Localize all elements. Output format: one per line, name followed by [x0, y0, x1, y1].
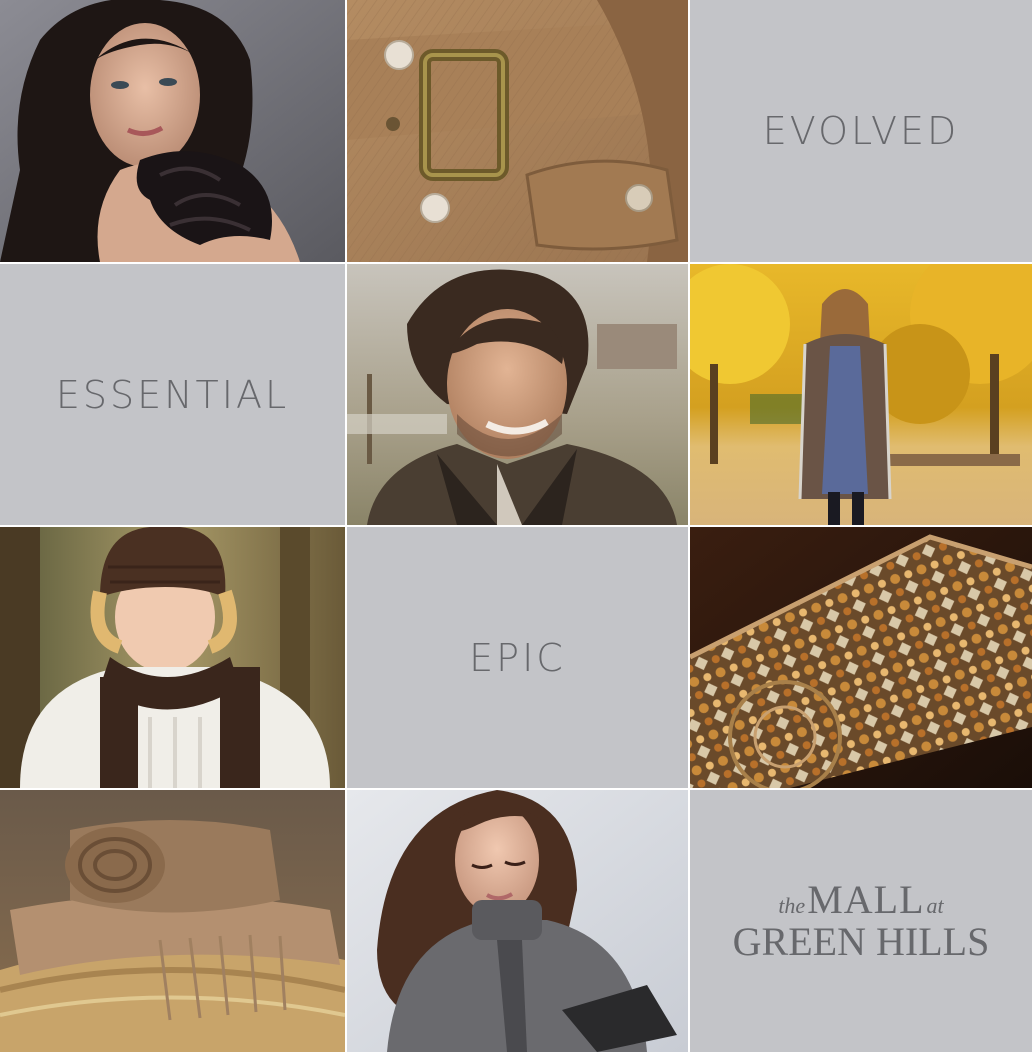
woman-dark-hair-ruffle-photo — [0, 0, 345, 262]
evolved-tile: EVOLVED — [690, 0, 1032, 262]
essential-word: ESSENTIAL — [55, 372, 290, 417]
evolved-word: EVOLVED — [762, 109, 960, 153]
logo-the: the — [778, 893, 806, 918]
woman-autumn-park-photo — [690, 264, 1032, 525]
mall-logo-tile: the MALL at GREEN HILLS — [690, 790, 1032, 1052]
jeweled-clutch-photo — [690, 527, 1032, 788]
logo-line-one: the MALL at — [778, 880, 943, 920]
epic-tile: EPIC — [347, 527, 688, 788]
man-knit-sweater-photo — [347, 264, 688, 525]
folded-blankets-photo — [0, 790, 345, 1052]
logo-at: at — [926, 893, 944, 918]
mosaic-grid: EVOLVED ESSENTIAL EPIC the MALL at GREEN… — [0, 0, 1032, 1054]
logo-green-hills: GREEN HILLS — [732, 919, 990, 964]
camel-coat-buckle-photo — [347, 0, 688, 262]
essential-tile: ESSENTIAL — [0, 264, 345, 525]
epic-word: EPIC — [469, 635, 566, 680]
woman-gray-sweater-photo — [347, 790, 688, 1052]
logo-mall: MALL — [807, 877, 925, 922]
mall-at-green-hills-logo: the MALL at GREEN HILLS — [733, 880, 990, 962]
child-knit-hat-scarf-photo — [0, 527, 345, 788]
